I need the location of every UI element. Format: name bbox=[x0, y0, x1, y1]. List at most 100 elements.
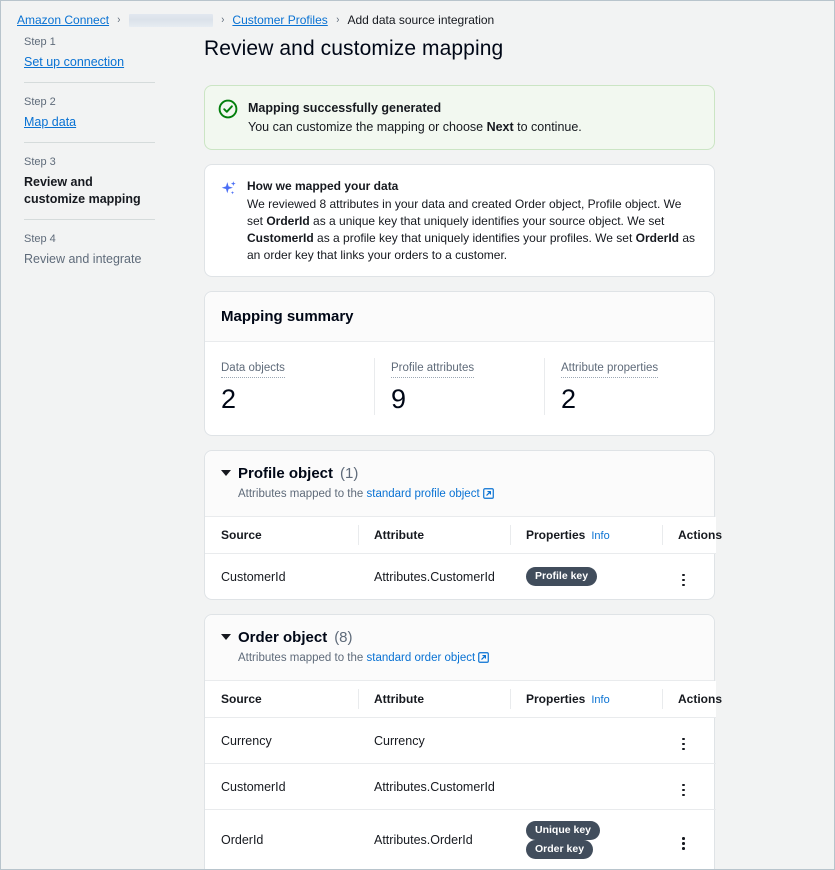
standard-order-object-link[interactable]: standard order object bbox=[367, 652, 476, 664]
table-row: CustomerIdAttributes.CustomerId bbox=[205, 764, 716, 810]
column-header-properties: Properties Info bbox=[510, 681, 662, 718]
alert-text-bold: Next bbox=[487, 120, 514, 134]
profile-object-table-body: CustomerIdAttributes.CustomerIdProfile k… bbox=[205, 554, 716, 600]
page-title: Review and customize mapping bbox=[204, 35, 715, 63]
summary-stat-0: Data objects 2 bbox=[205, 358, 374, 415]
cell-attribute: Currency bbox=[358, 718, 510, 764]
cell-properties bbox=[510, 764, 662, 810]
table-row: CustomerIdAttributes.CustomerIdProfile k… bbox=[205, 554, 716, 600]
summary-stat-label[interactable]: Attribute properties bbox=[561, 360, 658, 378]
order-object-table: Source Attribute PropertiesInfo Actions … bbox=[205, 681, 716, 870]
breadcrumb-separator-icon: › bbox=[221, 12, 224, 28]
wizard-step-number: Step 2 bbox=[24, 95, 155, 109]
summary-stat-value: 2 bbox=[221, 383, 374, 415]
table-row: CurrencyCurrency bbox=[205, 718, 716, 764]
profile-object-table: Source Attribute PropertiesInfo Actions … bbox=[205, 517, 716, 599]
table-header-row: Source Attribute PropertiesInfo Actions bbox=[205, 681, 716, 718]
alert-text-before: You can customize the mapping or choose bbox=[248, 120, 487, 134]
order-object-collapse-caret-icon[interactable] bbox=[221, 634, 231, 640]
wizard-step-4: Step 4 Review and integrate bbox=[24, 232, 155, 279]
wizard-steps-sidebar: Step 1Set up connectionStep 2Map dataSte… bbox=[24, 35, 155, 279]
success-alert: Mapping successfully generated You can c… bbox=[204, 85, 715, 150]
breadcrumb-current: Add data source integration bbox=[347, 12, 494, 28]
step-divider bbox=[24, 219, 155, 220]
kebab-menu-icon[interactable] bbox=[678, 572, 689, 589]
profile-object-header: Profile object (1) Attributes mapped to … bbox=[205, 451, 714, 517]
breadcrumb-link[interactable]: Customer Profiles bbox=[232, 12, 327, 28]
column-header-source: Source bbox=[205, 681, 358, 718]
step-divider bbox=[24, 82, 155, 83]
wizard-step-1[interactable]: Step 1 Set up connection bbox=[24, 35, 155, 82]
order-object-header: Order object (8) Attributes mapped to th… bbox=[205, 615, 714, 681]
genai-paragraph-segment-5: OrderId bbox=[636, 231, 679, 245]
cell-attribute: Attributes.CustomerId bbox=[358, 554, 510, 600]
genai-paragraph-segment-4: as a profile key that uniquely identifie… bbox=[314, 231, 636, 245]
profile-object-panel: Profile object (1) Attributes mapped to … bbox=[204, 450, 715, 600]
standard-profile-object-link[interactable]: standard profile object bbox=[367, 488, 480, 500]
breadcrumb-separator-icon: › bbox=[117, 12, 120, 28]
kebab-menu-icon[interactable] bbox=[678, 736, 689, 753]
column-header-properties-label: Properties bbox=[526, 528, 585, 542]
cell-actions bbox=[662, 764, 716, 810]
column-header-attribute: Attribute bbox=[358, 517, 510, 554]
step-divider bbox=[24, 142, 155, 143]
summary-stat-value: 9 bbox=[391, 383, 544, 415]
genai-box-paragraph: We reviewed 8 attributes in your data an… bbox=[247, 196, 698, 264]
external-link-icon bbox=[478, 652, 489, 668]
column-header-actions: Actions bbox=[662, 517, 716, 554]
profile-object-subtitle-prefix: Attributes mapped to the bbox=[238, 488, 367, 500]
order-object-table-body: CurrencyCurrencyCustomerIdAttributes.Cus… bbox=[205, 718, 716, 870]
genai-box-title: How we mapped your data bbox=[247, 178, 698, 194]
breadcrumb-link[interactable]: Amazon Connect bbox=[17, 12, 109, 28]
properties-info-link[interactable]: Info bbox=[591, 530, 609, 542]
wizard-step-2[interactable]: Step 2 Map data bbox=[24, 95, 155, 142]
order-object-title: Order object bbox=[238, 628, 327, 648]
breadcrumb: Amazon Connect › › Customer Profiles › Add da… bbox=[17, 12, 494, 28]
cell-actions bbox=[662, 554, 716, 600]
profile-object-subtitle: Attributes mapped to the standard profil… bbox=[238, 486, 698, 504]
wizard-step-number: Step 4 bbox=[24, 232, 155, 246]
cell-actions bbox=[662, 810, 716, 870]
wizard-step-label: Review and integrate bbox=[24, 251, 155, 268]
order-object-subtitle-prefix: Attributes mapped to the bbox=[238, 652, 367, 664]
column-header-properties: Properties Info bbox=[510, 517, 662, 554]
cell-properties: Unique keyOrder key bbox=[510, 810, 662, 870]
summary-stat-label[interactable]: Profile attributes bbox=[391, 360, 474, 378]
external-link-icon bbox=[483, 488, 494, 504]
order-object-subtitle: Attributes mapped to the standard order … bbox=[238, 650, 698, 668]
breadcrumb-item-redacted[interactable] bbox=[129, 14, 213, 27]
profile-object-collapse-caret-icon[interactable] bbox=[221, 470, 231, 476]
breadcrumb-separator-icon: › bbox=[336, 12, 339, 28]
cell-source: CustomerId bbox=[205, 764, 358, 810]
page-root: Amazon Connect › › Customer Profiles › Add da… bbox=[0, 0, 835, 870]
summary-stat-2: Attribute properties 2 bbox=[544, 358, 714, 415]
sparkle-icon bbox=[218, 178, 238, 264]
kebab-menu-icon[interactable] bbox=[678, 782, 689, 799]
wizard-step-label[interactable]: Set up connection bbox=[24, 54, 155, 71]
mapping-summary-panel: Mapping summary Data objects 2 Profile att… bbox=[204, 291, 715, 436]
wizard-step-label[interactable]: Map data bbox=[24, 114, 155, 131]
mapping-summary-stats: Data objects2Profile attributes9Attribut… bbox=[205, 342, 714, 435]
column-header-properties-label: Properties bbox=[526, 692, 585, 706]
profile-object-title: Profile object bbox=[238, 464, 333, 484]
alert-text-after: to continue. bbox=[514, 120, 582, 134]
summary-stat-label[interactable]: Data objects bbox=[221, 360, 285, 378]
column-header-attribute: Attribute bbox=[358, 681, 510, 718]
cell-properties bbox=[510, 718, 662, 764]
main-content: Review and customize mapping Mapping suc… bbox=[204, 35, 715, 870]
summary-stat-value: 2 bbox=[561, 383, 714, 415]
properties-info-link[interactable]: Info bbox=[591, 694, 609, 706]
cell-actions bbox=[662, 718, 716, 764]
property-badge: Profile key bbox=[526, 567, 597, 586]
table-header-row: Source Attribute Properties Info Actions bbox=[205, 517, 716, 554]
wizard-step-number: Step 3 bbox=[24, 155, 155, 169]
cell-source: OrderId bbox=[205, 810, 358, 870]
order-object-panel: Order object (8) Attributes mapped to th… bbox=[204, 614, 715, 870]
column-header-source: Source bbox=[205, 517, 358, 554]
wizard-step-3: Step 3Review and customize mapping bbox=[24, 155, 155, 219]
wizard-step-number: Step 1 bbox=[24, 35, 155, 49]
kebab-menu-icon[interactable] bbox=[678, 835, 689, 852]
mapping-summary-header: Mapping summary bbox=[205, 292, 714, 342]
success-alert-title: Mapping successfully generated bbox=[248, 100, 582, 117]
cell-attribute: Attributes.CustomerId bbox=[358, 764, 510, 810]
